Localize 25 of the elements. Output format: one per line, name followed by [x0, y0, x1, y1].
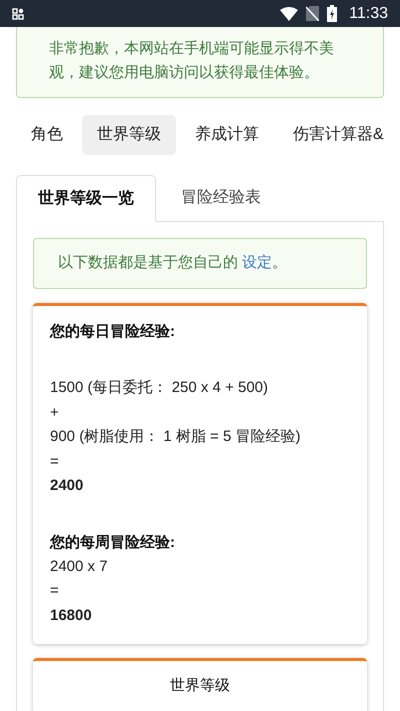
nav-tab[interactable]: 世界等级 — [82, 115, 176, 155]
result-value: 16800 — [50, 606, 93, 626]
nav-tab[interactable]: 角色 — [16, 115, 78, 155]
settings-link[interactable]: 设定 — [242, 254, 272, 272]
formula-line: = — [50, 581, 60, 601]
formula-line: = — [50, 452, 60, 472]
section-title: 您的每日冒险经验: — [50, 322, 176, 342]
sub-tab[interactable]: 世界等级一览 — [16, 175, 156, 222]
wifi-icon — [280, 6, 298, 20]
card-heading: 世界等级 — [169, 676, 231, 696]
section-title: 您的每周冒险经验: — [50, 532, 176, 552]
nav-tab[interactable]: 养成计算 — [180, 115, 274, 155]
nav-tab[interactable]: 伤害计算器& — [278, 115, 384, 155]
result-value: 2400 — [50, 476, 84, 496]
sub-tab[interactable]: 冒险经验表 — [156, 174, 286, 221]
formula-line: + — [50, 402, 60, 422]
clock-time: 11:33 — [349, 4, 388, 24]
info-message: 以下数据都是基于您自己的 设定。 — [58, 253, 288, 274]
battery-icon — [327, 5, 338, 22]
apps-icon — [12, 8, 24, 20]
notice-banner: 非常抱歉，本网站在手机端可能显示得不美观，建议您用电脑访问以获得最佳体验。 — [16, 27, 384, 98]
formula-line: 1500 (每日委托： 250 x 4 + 500) — [50, 378, 270, 398]
no-sim-icon — [306, 6, 320, 21]
formula-line: 900 (树脂使用： 1 树脂 = 5 冒险经验) — [50, 427, 302, 447]
formula-line: 2400 x 7 — [50, 556, 109, 576]
